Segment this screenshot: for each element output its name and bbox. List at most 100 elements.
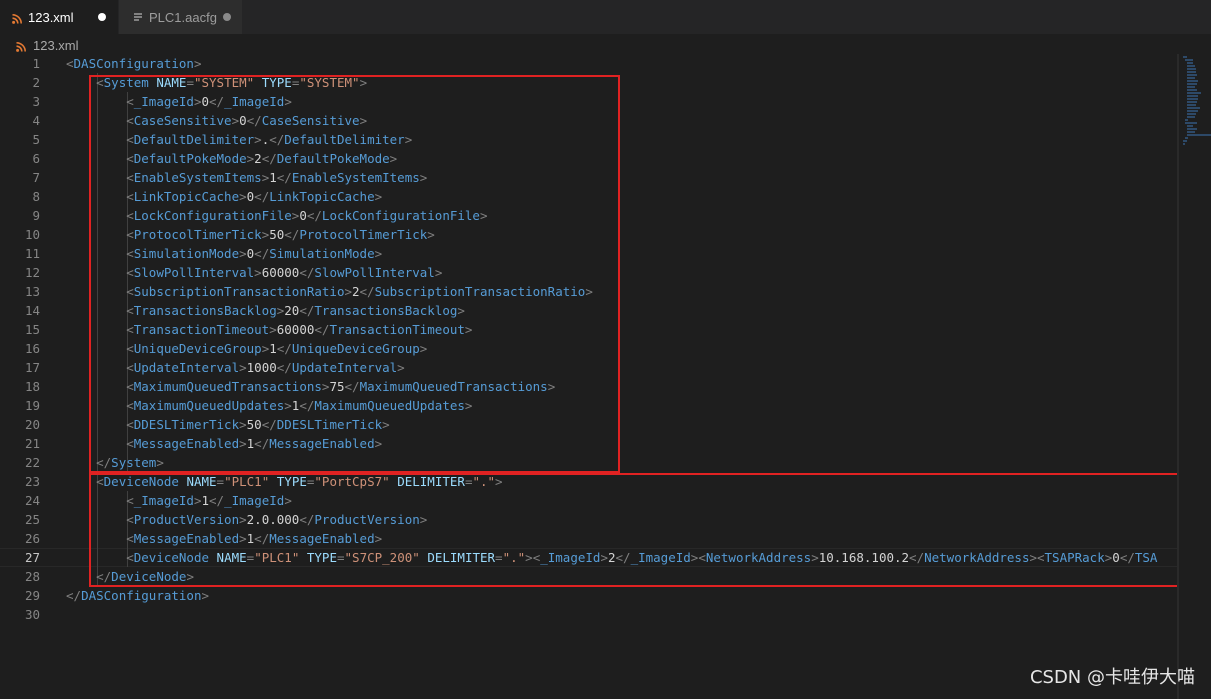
minimap-line: [1187, 116, 1196, 118]
code-line[interactable]: <TransactionTimeout>60000</TransactionTi…: [66, 320, 1177, 339]
line-number: 29: [24, 588, 40, 603]
line-number: 22: [24, 455, 40, 470]
minimap-line: [1187, 80, 1199, 82]
code-line[interactable]: </DASConfiguration>: [66, 586, 1177, 605]
code-line[interactable]: <DeviceNode NAME="PLC1" TYPE="PortCpS7" …: [66, 472, 1177, 491]
minimap-line: [1185, 59, 1193, 61]
minimap-line: [1185, 137, 1189, 139]
minimap-line: [1187, 92, 1201, 94]
code-line[interactable]: <System NAME="SYSTEM" TYPE="SYSTEM">: [66, 73, 1177, 92]
code-line[interactable]: <MaximumQueuedTransactions>75</MaximumQu…: [66, 377, 1177, 396]
line-number: 25: [24, 512, 40, 527]
code-line[interactable]: <TransactionsBacklog>20</TransactionsBac…: [66, 301, 1177, 320]
minimap-line: [1187, 104, 1196, 106]
line-number: 5: [32, 132, 40, 147]
line-number: 14: [24, 303, 40, 318]
minimap-line: [1187, 95, 1198, 97]
minimap-line: [1187, 86, 1196, 88]
unsaved-dot-icon[interactable]: [98, 13, 106, 21]
line-number: 16: [24, 341, 40, 356]
line-number: 4: [32, 113, 40, 128]
minimap-line: [1187, 68, 1197, 70]
line-number: 17: [24, 360, 40, 375]
breadcrumb[interactable]: 123.xml: [0, 34, 1211, 56]
line-number: 3: [32, 94, 40, 109]
code-line[interactable]: <ProductVersion>2.0.000</ProductVersion>: [66, 510, 1177, 529]
minimap-line: [1187, 77, 1196, 79]
code-line[interactable]: <LinkTopicCache>0</LinkTopicCache>: [66, 187, 1177, 206]
minimap-line: [1187, 71, 1196, 73]
code-line[interactable]: <LockConfigurationFile>0</LockConfigurat…: [66, 206, 1177, 225]
file-icon: [133, 11, 143, 23]
line-number: 1: [32, 56, 40, 71]
minimap-line: [1187, 74, 1197, 76]
line-number: 20: [24, 417, 40, 432]
line-number: 26: [24, 531, 40, 546]
line-number: 30: [24, 607, 40, 622]
line-number: 10: [24, 227, 40, 242]
breadcrumb-file[interactable]: 123.xml: [33, 38, 79, 53]
minimap-line: [1187, 128, 1197, 130]
minimap-line: [1187, 107, 1200, 109]
tab-bar: 123.xml PLC1.aacfg: [0, 0, 1211, 34]
code-line[interactable]: <DeviceNode NAME="PLC1" TYPE="S7CP_200" …: [66, 548, 1177, 567]
minimap-line: [1183, 56, 1187, 58]
minimap-line: [1187, 83, 1197, 85]
code-editor[interactable]: 1 2 3 4 5 6 7 8 9 10 11 12 13 14 15 16 17 18 19 20 21 22 23 24 2…: [0, 54, 1177, 699]
line-number: 13: [24, 284, 40, 299]
unsaved-dot-icon[interactable]: [223, 13, 231, 21]
code-line[interactable]: <DefaultDelimiter>.</DefaultDelimiter>: [66, 130, 1177, 149]
code-line[interactable]: <SimulationMode>0</SimulationMode>: [66, 244, 1177, 263]
minimap-line: [1187, 125, 1193, 127]
code-line[interactable]: <DefaultPokeMode>2</DefaultPokeMode>: [66, 149, 1177, 168]
line-number: 11: [24, 246, 40, 261]
code-line[interactable]: <MaximumQueuedUpdates>1</MaximumQueuedUp…: [66, 396, 1177, 415]
minimap-line: [1187, 134, 1211, 136]
line-number: 6: [32, 151, 40, 166]
line-number: 21: [24, 436, 40, 451]
line-number: 2: [32, 75, 40, 90]
code-line[interactable]: </System>: [66, 453, 1177, 472]
tab-label: 123.xml: [28, 9, 74, 25]
code-area[interactable]: <DASConfiguration> <System NAME="SYSTEM"…: [66, 54, 1177, 624]
code-line[interactable]: </DeviceNode>: [66, 567, 1177, 586]
code-line[interactable]: <UniqueDeviceGroup>1</UniqueDeviceGroup>: [66, 339, 1177, 358]
minimap-line: [1183, 143, 1185, 145]
line-number: 27: [24, 550, 40, 565]
rss-icon: [12, 12, 22, 24]
tab-plc1-aacfg[interactable]: PLC1.aacfg: [118, 0, 242, 34]
minimap-line: [1187, 113, 1196, 115]
line-number: 8: [32, 189, 40, 204]
code-line[interactable]: <MessageEnabled>1</MessageEnabled>: [66, 434, 1177, 453]
minimap-line: [1187, 98, 1198, 100]
minimap-line: [1187, 101, 1197, 103]
code-line[interactable]: <DDESLTimerTick>50</DDESLTimerTick>: [66, 415, 1177, 434]
line-number: 9: [32, 208, 40, 223]
code-line[interactable]: <SlowPollInterval>60000</SlowPollInterva…: [66, 263, 1177, 282]
line-number: 23: [24, 474, 40, 489]
code-line[interactable]: <_ImageId>1</_ImageId>: [66, 491, 1177, 510]
code-line[interactable]: <UpdateInterval>1000</UpdateInterval>: [66, 358, 1177, 377]
vertical-scrollbar[interactable]: [1177, 54, 1179, 699]
line-number: 28: [24, 569, 40, 584]
code-line[interactable]: <SubscriptionTransactionRatio>2</Subscri…: [66, 282, 1177, 301]
minimap-line: [1187, 131, 1196, 133]
line-number: 19: [24, 398, 40, 413]
minimap-line: [1185, 119, 1188, 121]
minimap-line: [1187, 110, 1198, 112]
tab-123-xml[interactable]: 123.xml: [0, 0, 118, 34]
line-number: 18: [24, 379, 40, 394]
code-line[interactable]: <MessageEnabled>1</MessageEnabled>: [66, 529, 1177, 548]
code-line[interactable]: <CaseSensitive>0</CaseSensitive>: [66, 111, 1177, 130]
code-line[interactable]: <EnableSystemItems>1</EnableSystemItems>: [66, 168, 1177, 187]
line-number-gutter: 1 2 3 4 5 6 7 8 9 10 11 12 13 14 15 16 17 18 19 20 21 22 23 24 2…: [0, 54, 52, 624]
minimap-line: [1187, 62, 1193, 64]
code-line[interactable]: <ProtocolTimerTick>50</ProtocolTimerTick…: [66, 225, 1177, 244]
minimap-line: [1185, 122, 1197, 124]
minimap[interactable]: [1183, 56, 1211, 145]
tab-label: PLC1.aacfg: [149, 9, 217, 25]
minimap-line: [1187, 89, 1197, 91]
code-line[interactable]: <_ImageId>0</_ImageId>: [66, 92, 1177, 111]
code-line[interactable]: <DASConfiguration>: [66, 54, 1177, 73]
code-line[interactable]: [66, 605, 1177, 624]
